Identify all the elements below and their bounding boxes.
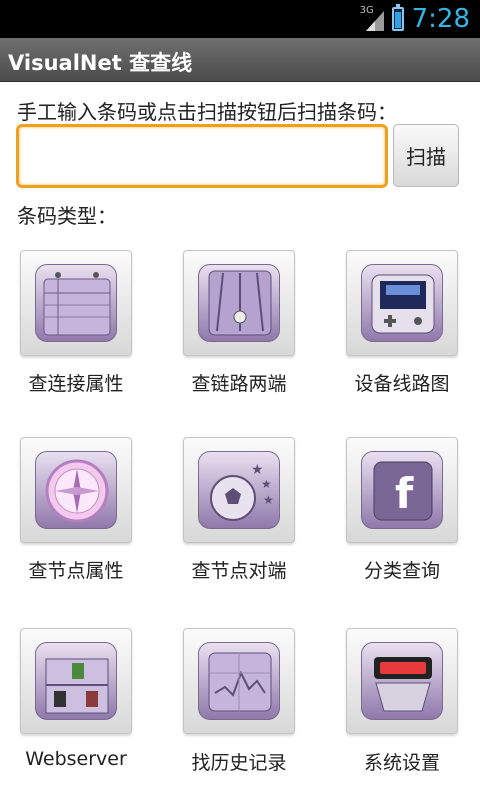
grid-item-device-diagram[interactable] [346, 250, 458, 356]
barcode-prompt: 手工输入条码或点击扫描按钮后扫描条码： [17, 100, 397, 124]
soccer-ball-icon: ★ ★ ★ [198, 451, 280, 529]
signal-icon: 3G [360, 5, 384, 33]
grid-item-connection-props[interactable] [20, 250, 132, 356]
title-bar: VisualNet 查查线 [0, 38, 480, 82]
app-title: VisualNet 查查线 [8, 51, 193, 75]
status-bar: 3G 7:28 [0, 0, 480, 38]
grid-item-history[interactable] [183, 628, 295, 734]
grid-label: 查链路两端 [191, 373, 287, 395]
grid-item-node-peer[interactable]: ★ ★ ★ [183, 437, 295, 543]
svg-text:★: ★ [261, 477, 272, 491]
facebook-icon: f [361, 451, 443, 529]
grid-item-category-query[interactable]: f [346, 437, 458, 543]
svg-text:f: f [395, 469, 414, 518]
svg-text:★: ★ [251, 462, 264, 478]
status-time: 7:28 [411, 4, 470, 34]
notes-icon [35, 264, 117, 342]
grid-item-node-props[interactable] [20, 437, 132, 543]
grid-label: 查连接属性 [28, 373, 124, 395]
scan-button[interactable]: 扫描 [393, 124, 459, 187]
grid-item-system-settings[interactable] [346, 628, 458, 734]
grid-item-webserver[interactable] [20, 628, 132, 734]
graph-icon [198, 642, 280, 720]
shelf-icon [35, 642, 117, 720]
barcode-type-label: 条码类型： [17, 204, 117, 228]
grid-item-link-ends[interactable] [183, 250, 295, 356]
settings-device-icon [361, 642, 443, 720]
grid-label: 查节点属性 [28, 560, 124, 582]
compass-icon [35, 451, 117, 529]
grid-label: 找历史记录 [191, 752, 287, 774]
grid-label: Webserver [25, 748, 127, 770]
link-ends-icon [198, 264, 280, 342]
grid-label: 查节点对端 [191, 560, 287, 582]
grid-label: 系统设置 [363, 752, 440, 774]
battery-icon [391, 4, 404, 31]
svg-text:★: ★ [263, 493, 274, 507]
grid-label: 设备线路图 [354, 373, 450, 395]
game-device-icon [361, 264, 443, 342]
grid-label: 分类查询 [363, 560, 440, 582]
barcode-input[interactable] [16, 124, 388, 188]
